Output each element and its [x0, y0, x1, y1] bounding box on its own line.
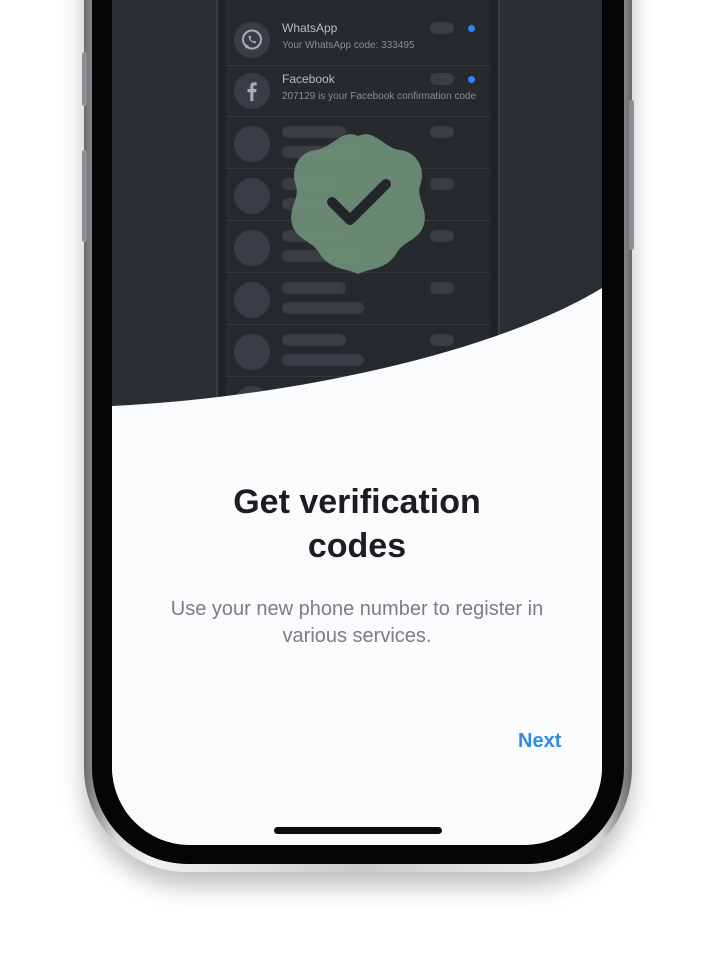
page-title-line: Get verification	[233, 483, 481, 521]
wave-divider	[112, 288, 602, 845]
page-title: Get verification codes	[112, 480, 602, 568]
page-title-line: codes	[307, 527, 407, 565]
page-subtitle: Use your new phone number to register in…	[170, 598, 544, 647]
home-indicator[interactable]	[274, 827, 442, 834]
phone-screen: WhatsApp Your WhatsApp code: 333495 Face…	[112, 0, 602, 845]
next-button[interactable]: Next	[518, 730, 561, 753]
phone-side-button	[629, 100, 634, 250]
phone-side-button	[82, 52, 87, 106]
phone-side-button	[82, 150, 87, 242]
